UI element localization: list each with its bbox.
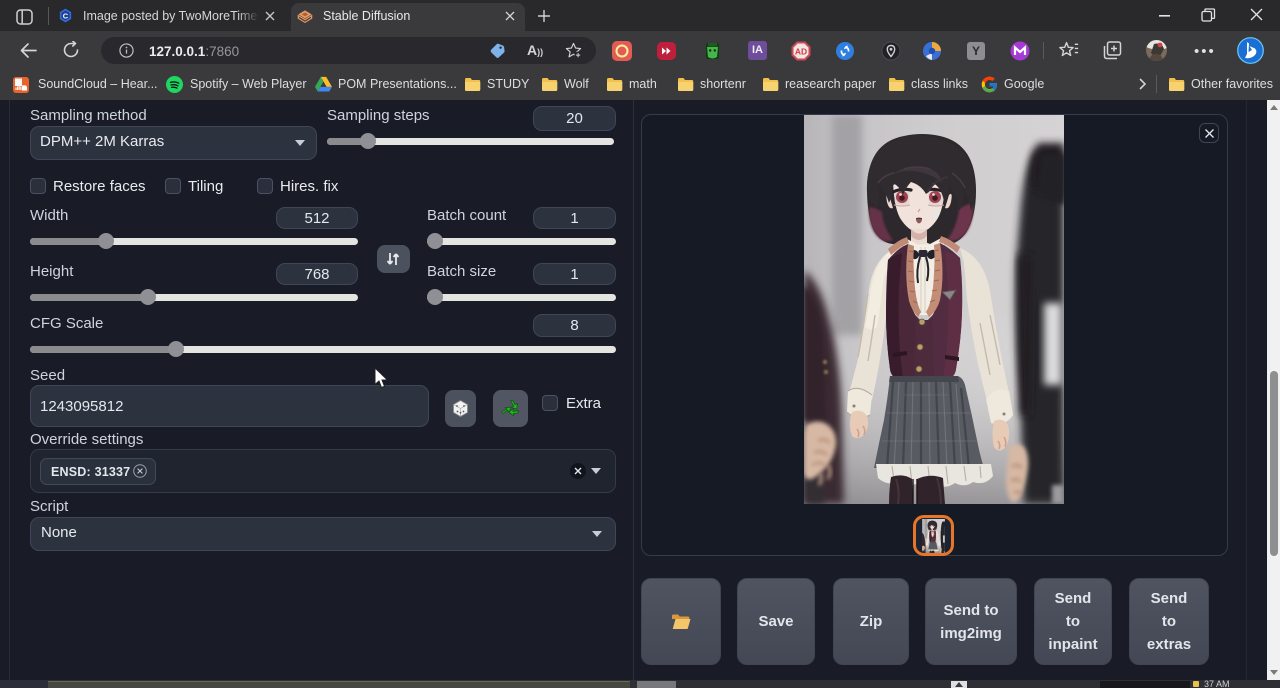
svg-text:C: C [63, 11, 69, 20]
svg-text:AD: AD [795, 47, 807, 57]
